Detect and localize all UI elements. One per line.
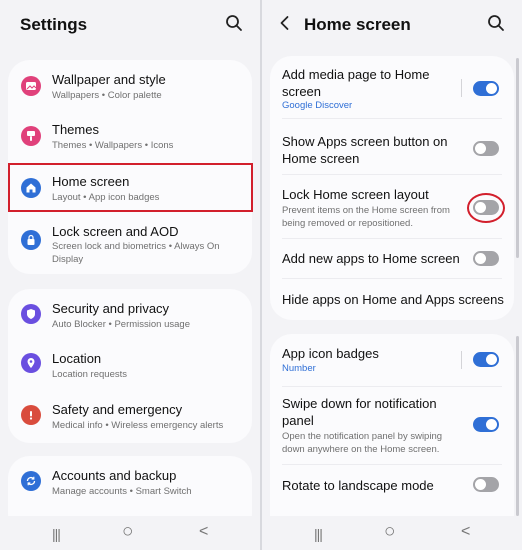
toggle-knob: [475, 479, 486, 490]
toggle-knob: [486, 419, 497, 430]
settings-item-subtitle: Medical info • Wireless emergency alerts: [52, 420, 224, 431]
recents-button[interactable]: |||: [314, 526, 323, 542]
recents-button[interactable]: |||: [52, 526, 61, 542]
navigation-bar: ||| ○ <: [0, 516, 260, 550]
back-button[interactable]: <: [199, 523, 208, 541]
settings-item-subtitle: Location requests: [52, 369, 127, 380]
toggle-add-media-page[interactable]: [473, 81, 499, 96]
setting-title: Hide apps on Home and Apps screens: [282, 292, 504, 307]
setting-add-media-page[interactable]: Add media page to Home screen Google Dis…: [270, 56, 514, 118]
settings-item-subtitle: Screen lock and biometrics • Always On D…: [52, 241, 220, 265]
toggle-app-icon-badges[interactable]: [473, 352, 499, 367]
toggle-knob: [486, 83, 497, 94]
settings-item-security[interactable]: Security and privacy Auto Blocker • Perm…: [8, 289, 252, 339]
search-icon[interactable]: [487, 14, 505, 32]
home-screen-header: Home screen: [262, 0, 522, 48]
highlight-box: [8, 163, 253, 212]
highlight-circle: [467, 193, 505, 223]
search-icon[interactable]: [225, 14, 243, 32]
setting-title: Rotate to landscape mode: [282, 478, 434, 493]
settings-item-title: Wallpaper and style: [52, 72, 166, 87]
settings-item-title: Location: [52, 351, 102, 366]
setting-title: Swipe down for notification panel: [282, 396, 437, 428]
settings-item-subtitle: Wallpapers • Color palette: [52, 90, 162, 101]
scrollbar[interactable]: [516, 58, 519, 258]
setting-title: Lock Home screen layout: [282, 187, 429, 202]
toggle-knob: [475, 253, 486, 264]
settings-item-subtitle: Manage accounts • Smart Switch: [52, 486, 192, 497]
settings-item-accounts[interactable]: Accounts and backup Manage accounts • Sm…: [8, 456, 252, 506]
alert-icon: [21, 405, 41, 425]
settings-item-title: Safety and emergency: [52, 402, 183, 417]
toggle-show-apps-button[interactable]: [473, 141, 499, 156]
lock-icon: [21, 230, 41, 250]
home-settings-card-1: Add media page to Home screen Google Dis…: [270, 56, 514, 320]
vertical-divider: [461, 351, 462, 369]
toggle-swipe-down-panel[interactable]: [473, 417, 499, 432]
settings-header: Settings: [0, 0, 260, 48]
setting-link[interactable]: Number: [282, 363, 316, 374]
toggle-knob: [486, 354, 497, 365]
page-title: Home screen: [304, 15, 411, 34]
setting-show-apps-button[interactable]: Show Apps screen button on Home screen: [270, 118, 514, 174]
settings-item-wallpaper[interactable]: Wallpaper and style Wallpapers • Color p…: [8, 60, 252, 110]
setting-link[interactable]: Google Discover: [282, 100, 352, 111]
setting-title: Show Apps screen button on Home screen: [282, 134, 448, 166]
setting-swipe-down-panel[interactable]: Swipe down for notification panel Open t…: [270, 386, 514, 464]
back-button[interactable]: <: [461, 523, 470, 541]
toggle-knob: [475, 143, 486, 154]
settings-item-lock-screen[interactable]: Lock screen and AOD Screen lock and biom…: [8, 216, 252, 274]
scrollbar-lower[interactable]: [516, 336, 519, 516]
location-pin-icon: [21, 353, 41, 373]
back-arrow-icon[interactable]: [276, 14, 294, 32]
page-title: Settings: [20, 15, 88, 34]
home-button[interactable]: ○: [384, 521, 395, 543]
settings-item-subtitle: Auto Blocker • Permission usage: [52, 319, 190, 330]
brush-icon: [21, 126, 41, 146]
settings-item-title: Accounts and backup: [52, 468, 177, 483]
settings-group-2: Security and privacy Auto Blocker • Perm…: [8, 289, 252, 443]
setting-lock-layout[interactable]: Lock Home screen layout Prevent items on…: [270, 174, 514, 238]
setting-app-icon-badges[interactable]: App icon badges Number: [270, 334, 514, 386]
vertical-divider: [461, 79, 462, 97]
settings-item-themes[interactable]: Themes Themes • Wallpapers • Icons: [8, 112, 252, 162]
settings-panel: Settings Wallpaper and style Wallpapers …: [0, 0, 260, 550]
palette-icon: [21, 76, 41, 96]
home-screen-panel: Home screen Add media page to Home scree…: [262, 0, 522, 550]
setting-add-new-apps[interactable]: Add new apps to Home screen: [270, 238, 514, 278]
settings-item-title: Themes: [52, 122, 99, 137]
settings-item-location[interactable]: Location Location requests: [8, 339, 252, 389]
setting-hide-apps[interactable]: Hide apps on Home and Apps screens: [270, 278, 514, 320]
sync-icon: [21, 471, 41, 491]
setting-description: Prevent items on the Home screen from be…: [282, 205, 450, 229]
settings-item-safety[interactable]: Safety and emergency Medical info • Wire…: [8, 389, 252, 443]
settings-item-title: Lock screen and AOD: [52, 224, 179, 239]
setting-description: Open the notification panel by swiping d…: [282, 431, 443, 455]
home-button[interactable]: ○: [122, 521, 133, 543]
navigation-bar: ||| ○ <: [262, 516, 522, 550]
shield-icon: [21, 304, 41, 324]
setting-title: App icon badges: [282, 346, 379, 361]
settings-item-subtitle: Themes • Wallpapers • Icons: [52, 140, 174, 151]
setting-rotate-landscape[interactable]: Rotate to landscape mode: [270, 464, 514, 506]
setting-title: Add media page to Home screen: [282, 67, 430, 99]
setting-title: Add new apps to Home screen: [282, 251, 460, 266]
home-settings-card-2: App icon badges Number Swipe down for no…: [270, 334, 514, 544]
toggle-add-new-apps[interactable]: [473, 251, 499, 266]
settings-item-title: Security and privacy: [52, 301, 170, 316]
toggle-rotate-landscape[interactable]: [473, 477, 499, 492]
